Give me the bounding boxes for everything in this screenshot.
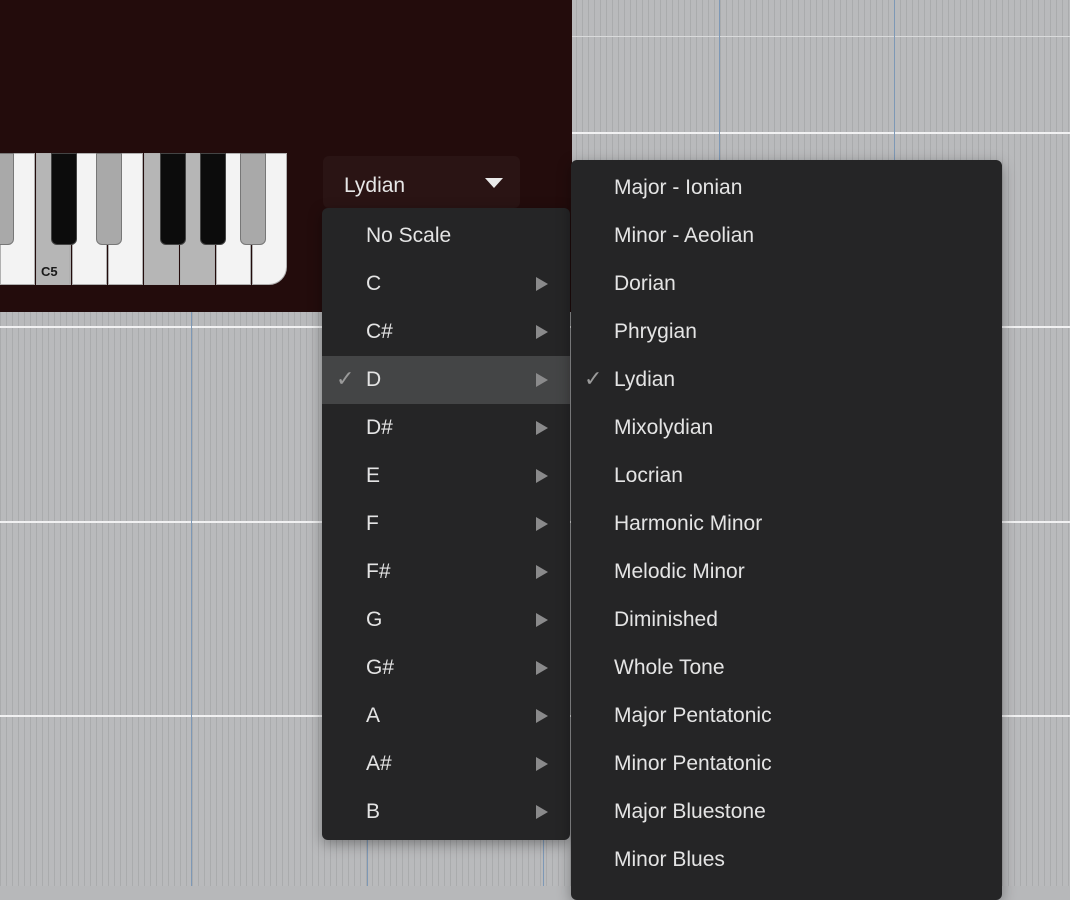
submenu-arrow-icon: [536, 757, 548, 771]
piano-keyboard[interactable]: C5: [0, 153, 287, 287]
menu-item-label: Locrian: [614, 464, 683, 487]
menu-item-label: D#: [366, 416, 393, 439]
menu-item-label: C#: [366, 320, 393, 343]
piano-black-key[interactable]: [240, 153, 266, 245]
menu-item-root[interactable]: F#: [322, 548, 570, 596]
menu-item-label: Major Bluestone: [614, 800, 766, 823]
piano-black-key[interactable]: [51, 153, 77, 245]
menu-item-mode[interactable]: Major Bluestone: [571, 788, 1002, 836]
menu-item-label: A: [366, 704, 381, 727]
menu-item-mode[interactable]: Minor Blues: [571, 836, 1002, 884]
submenu-arrow-icon: [536, 325, 548, 339]
menu-item-root[interactable]: A#: [322, 740, 570, 788]
menu-item-mode[interactable]: Mixolydian: [571, 404, 1002, 452]
submenu-arrow-icon: [536, 709, 548, 723]
menu-item-mode[interactable]: Harmonic Minor: [571, 500, 1002, 548]
menu-item-root[interactable]: D#: [322, 404, 570, 452]
root-note-menu: No Scale C C# ✓ D D# E F F# G G# A A# B: [322, 208, 570, 840]
piano-black-key[interactable]: [0, 153, 14, 245]
menu-item-root[interactable]: C#: [322, 308, 570, 356]
menu-item-mode[interactable]: Whole Tone: [571, 644, 1002, 692]
menu-item-label: Harmonic Minor: [614, 512, 763, 535]
piano-black-key[interactable]: [96, 153, 122, 245]
menu-item-root[interactable]: C: [322, 260, 570, 308]
submenu-arrow-icon: [536, 661, 548, 675]
checkmark-icon: ✓: [584, 366, 603, 391]
menu-item-label: Dorian: [614, 272, 676, 295]
submenu-arrow-icon: [536, 373, 548, 387]
menu-item-label: Mixolydian: [614, 416, 714, 439]
menu-item-root[interactable]: ✓ D: [322, 356, 570, 404]
menu-item-label: No Scale: [366, 224, 452, 247]
menu-item-label: D: [366, 368, 382, 391]
menu-item-mode[interactable]: Diminished: [571, 596, 1002, 644]
checkmark-icon: ✓: [336, 366, 355, 391]
menu-item-mode[interactable]: Minor Pentatonic: [571, 740, 1002, 788]
submenu-arrow-icon: [536, 613, 548, 627]
menu-item-label: Minor - Aeolian: [614, 224, 755, 247]
menu-item-label: Lydian: [614, 368, 676, 391]
menu-item-mode[interactable]: ✓ Lydian: [571, 356, 1002, 404]
menu-item-label: B: [366, 800, 381, 823]
menu-item-mode[interactable]: Phrygian: [571, 308, 1002, 356]
menu-item-root[interactable]: F: [322, 500, 570, 548]
menu-item-root[interactable]: B: [322, 788, 570, 836]
submenu-arrow-icon: [536, 469, 548, 483]
menu-item-mode[interactable]: Minor - Aeolian: [571, 212, 1002, 260]
menu-item-label: Minor Blues: [614, 848, 725, 871]
piano-black-key[interactable]: [160, 153, 186, 245]
menu-item-label: Melodic Minor: [614, 560, 745, 583]
menu-item-label: A#: [366, 752, 392, 775]
menu-item-root[interactable]: A: [322, 692, 570, 740]
menu-item-root[interactable]: No Scale: [322, 212, 570, 260]
menu-item-label: Major - Ionian: [614, 176, 743, 199]
piano-black-key[interactable]: [200, 153, 226, 245]
chevron-down-icon: [485, 178, 503, 188]
submenu-arrow-icon: [536, 565, 548, 579]
submenu-arrow-icon: [536, 517, 548, 531]
menu-item-root[interactable]: G: [322, 596, 570, 644]
menu-item-label: G#: [366, 656, 395, 679]
menu-item-label: Minor Pentatonic: [614, 752, 772, 775]
menu-item-mode[interactable]: Major Pentatonic: [571, 692, 1002, 740]
menu-item-label: C: [366, 272, 382, 295]
menu-item-root[interactable]: E: [322, 452, 570, 500]
menu-item-label: F: [366, 512, 379, 535]
submenu-arrow-icon: [536, 277, 548, 291]
menu-item-label: F#: [366, 560, 391, 583]
menu-item-mode[interactable]: Locrian: [571, 452, 1002, 500]
scale-mode-menu: Major - Ionian Minor - Aeolian Dorian Phryg…: [571, 160, 1002, 900]
scale-selector-value: Lydian: [344, 174, 406, 197]
menu-item-label: G: [366, 608, 383, 631]
menu-item-root[interactable]: G#: [322, 644, 570, 692]
menu-item-label: Major Pentatonic: [614, 704, 772, 727]
menu-item-mode[interactable]: Major - Ionian: [571, 164, 1002, 212]
menu-item-label: Phrygian: [614, 320, 697, 343]
menu-item-label: Diminished: [614, 608, 718, 631]
menu-item-mode[interactable]: Dorian: [571, 260, 1002, 308]
submenu-arrow-icon: [536, 805, 548, 819]
menu-item-mode[interactable]: Melodic Minor: [571, 548, 1002, 596]
octave-label: C5: [41, 264, 58, 279]
submenu-arrow-icon: [536, 421, 548, 435]
menu-item-label: Whole Tone: [614, 656, 725, 679]
scale-selector-dropdown[interactable]: Lydian: [323, 156, 520, 208]
menu-item-label: E: [366, 464, 381, 487]
